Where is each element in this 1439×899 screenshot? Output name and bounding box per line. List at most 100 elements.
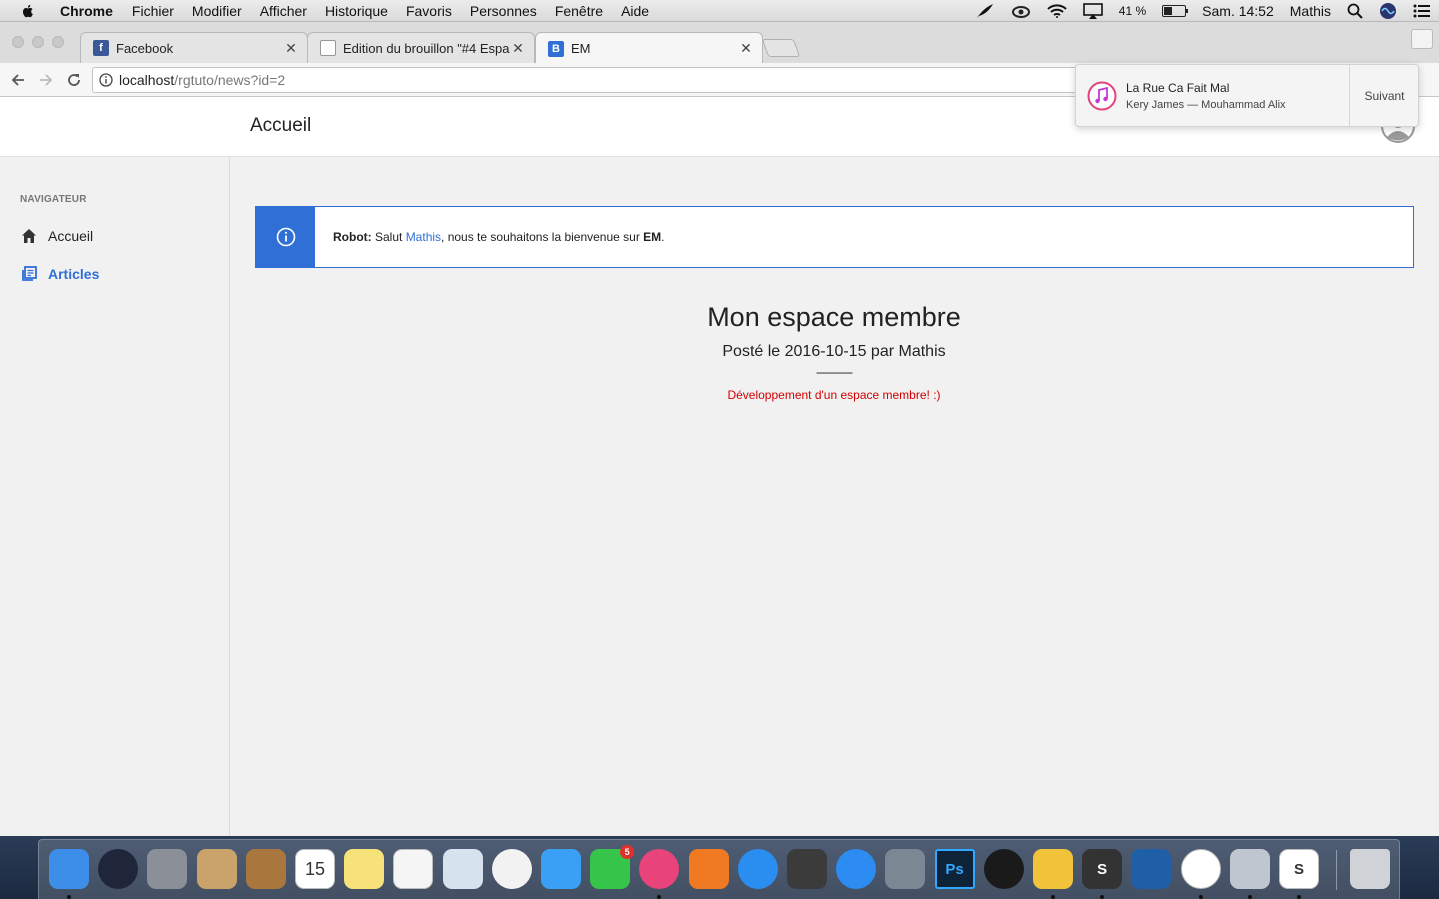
back-arrow-icon[interactable]: [8, 70, 28, 90]
spotlight-search-icon[interactable]: [1347, 3, 1363, 19]
info-icon: [276, 227, 295, 247]
safari-icon[interactable]: [836, 849, 877, 889]
ibooks-icon[interactable]: [688, 849, 729, 889]
article-separator: ------------: [816, 365, 853, 379]
reload-icon[interactable]: [64, 70, 84, 90]
sidebar-item-label: Accueil: [48, 228, 94, 244]
notification-subtitle: Kery James — Mouhammad Alix: [1126, 99, 1286, 111]
new-tab-button[interactable]: [761, 39, 801, 57]
alert-text-before: Salut: [371, 230, 406, 244]
alert-text-after: , nous te souhaitons la bienvenue sur: [441, 230, 644, 244]
tab-edition-brouillon[interactable]: Edition du brouillon "#4 Espace ✕: [307, 32, 535, 63]
battery-percent: 41 %: [1118, 4, 1147, 18]
menu-historique[interactable]: Historique: [325, 3, 388, 19]
macports-icon[interactable]: [1033, 849, 1073, 889]
itunes-icon[interactable]: [639, 849, 680, 889]
siri-icon[interactable]: [98, 849, 139, 889]
article-title: Mon espace membre: [707, 302, 961, 332]
document-icon: [320, 40, 336, 56]
photoshop-icon[interactable]: Ps: [934, 849, 975, 889]
alert-sender: Robot:: [333, 230, 372, 244]
tab-label: Facebook: [116, 40, 174, 56]
close-tab-icon[interactable]: ✕: [510, 40, 526, 57]
menu-fichier[interactable]: Fichier: [132, 3, 174, 19]
siri-menubar-icon[interactable]: [1379, 2, 1397, 20]
menu-modifier[interactable]: Modifier: [192, 3, 242, 19]
calendar-icon[interactable]: 15: [295, 849, 335, 889]
sublime-text-icon[interactable]: S: [1082, 849, 1123, 889]
menu-aide[interactable]: Aide: [621, 3, 649, 19]
sidebar-item-label: Articles: [48, 266, 100, 282]
page-title: Accueil: [250, 115, 312, 136]
contacts-icon[interactable]: [245, 849, 286, 889]
alert-message: Robot: Salut Mathis, nous te souhaitons …: [333, 230, 665, 244]
network-utility-icon[interactable]: [885, 849, 926, 889]
article: Mon espace membre Posté le 2016-10-15 pa…: [229, 302, 1439, 402]
airplay-icon[interactable]: [1082, 3, 1103, 19]
menu-fenetre[interactable]: Fenêtre: [555, 3, 603, 19]
app-name[interactable]: Chrome: [60, 3, 113, 19]
url-host: localhost: [119, 72, 175, 88]
close-window-button[interactable]: [12, 36, 24, 48]
sidebar-item-accueil[interactable]: Accueil: [20, 225, 93, 247]
notification-badge: 5: [620, 845, 635, 859]
notification-next-button[interactable]: Suivant: [1349, 65, 1419, 126]
creative-cloud-icon[interactable]: [1011, 4, 1031, 18]
apple-icon[interactable]: [20, 3, 36, 19]
clock[interactable]: Sam. 14:52: [1202, 3, 1274, 19]
tab-facebook[interactable]: f Facebook ✕: [80, 32, 308, 63]
menu-bar: Chrome Fichier Modifier Afficher Histori…: [0, 0, 1439, 22]
wifi-icon[interactable]: [1047, 4, 1067, 18]
bootstrap-icon: B: [548, 40, 564, 57]
battery-icon[interactable]: [1162, 5, 1189, 17]
app-store-icon[interactable]: [737, 849, 778, 889]
article-meta: Posté le 2016-10-15 par Mathis: [722, 343, 946, 360]
virtualbox-icon[interactable]: [1131, 849, 1172, 889]
settings-gear-icon[interactable]: [1229, 849, 1270, 889]
menu-afficher[interactable]: Afficher: [260, 3, 307, 19]
home-icon: [22, 229, 36, 243]
reminders-icon[interactable]: [393, 849, 434, 889]
alert-end: .: [661, 230, 665, 244]
slack-icon[interactable]: S: [1279, 849, 1319, 889]
tab-strip: f Facebook ✕ Edition du brouillon "#4 Es…: [0, 23, 1439, 64]
alert-user-link[interactable]: Mathis: [406, 230, 441, 244]
forward-arrow-icon[interactable]: [36, 70, 56, 90]
tab-em[interactable]: B EM ✕: [535, 32, 763, 64]
notes-icon[interactable]: [344, 849, 385, 889]
trash-icon[interactable]: [1350, 849, 1391, 889]
messages-icon[interactable]: [541, 849, 581, 889]
article-body: Développement d'un espace membre! :): [727, 388, 941, 402]
preview-icon[interactable]: [442, 849, 483, 889]
menu-favoris[interactable]: Favoris: [406, 3, 452, 19]
url-path: /rgtuto/news?id=2: [174, 72, 286, 88]
notification-center-icon[interactable]: [1413, 4, 1431, 18]
quicktime-icon[interactable]: [983, 849, 1024, 889]
desktop-bottom: 15 5 Ps S S: [0, 836, 1439, 899]
system-preferences-icon[interactable]: [787, 849, 827, 889]
user-name[interactable]: Mathis: [1290, 3, 1331, 19]
notification-title: La Rue Ca Fait Mal: [1126, 81, 1230, 95]
browser-window: f Facebook ✕ Edition du brouillon "#4 Es…: [0, 23, 1439, 836]
minimize-window-button[interactable]: [32, 36, 44, 48]
close-tab-icon[interactable]: ✕: [738, 40, 754, 57]
launchpad-icon[interactable]: [147, 849, 188, 889]
mail-stamp-icon[interactable]: [196, 849, 237, 889]
profile-icon[interactable]: [1411, 29, 1433, 49]
close-tab-icon[interactable]: ✕: [283, 40, 299, 57]
itunes-notification[interactable]: La Rue Ca Fait Mal Kery James — Mouhamma…: [1075, 64, 1419, 127]
chrome-icon[interactable]: [1180, 849, 1221, 889]
photos-icon[interactable]: [491, 849, 532, 889]
info-icon[interactable]: [99, 73, 113, 87]
dock: 15 5 Ps S S: [38, 839, 1400, 899]
zoom-window-button[interactable]: [52, 36, 64, 48]
running-indicator: [1198, 895, 1203, 899]
feather-icon[interactable]: [975, 3, 995, 19]
sidebar-heading: NAVIGATEUR: [20, 194, 87, 205]
running-indicator: [1247, 895, 1252, 899]
menu-personnes[interactable]: Personnes: [470, 3, 537, 19]
address-bar[interactable]: localhost/rgtuto/news?id=2: [92, 67, 1192, 93]
sidebar: NAVIGATEUR Accueil Articles: [0, 157, 230, 836]
finder-icon[interactable]: [49, 849, 89, 889]
sidebar-item-articles[interactable]: Articles: [20, 263, 99, 285]
